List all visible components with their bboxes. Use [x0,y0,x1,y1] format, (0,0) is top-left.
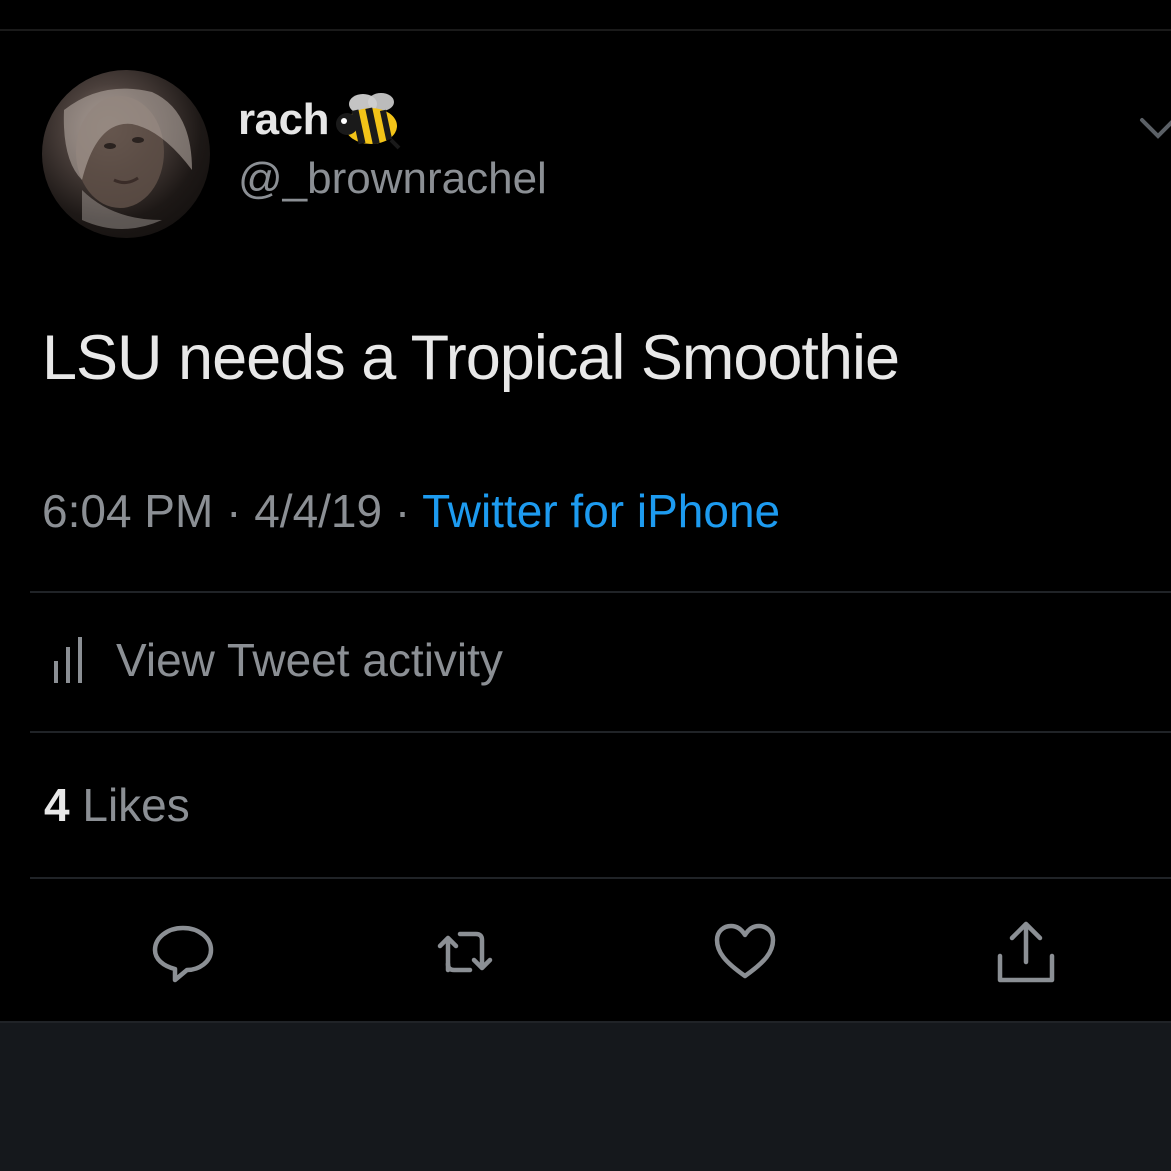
view-tweet-activity-button[interactable]: View Tweet activity [50,630,503,690]
divider [30,731,1171,733]
bottom-panel [0,1021,1171,1171]
author-handle[interactable]: @_brownrachel [238,154,547,204]
divider [30,877,1171,879]
likes-stat[interactable]: 4 Likes [44,778,190,832]
tweet-text: LSU needs a Tropical Smoothie [42,323,900,393]
meta-separator: · [394,485,411,537]
tweet-source-link[interactable]: Twitter for iPhone [422,485,780,537]
tweet-meta: 6:04 PM · 4/4/19 · Twitter for iPhone [42,484,780,538]
reply-bubble-icon [152,925,214,983]
view-tweet-activity-label: View Tweet activity [116,634,503,686]
avatar-photo [63,88,193,229]
tweet-time: 6:04 PM [42,485,214,537]
divider [30,591,1171,593]
author-display-name[interactable]: rach [238,95,329,145]
reply-button[interactable] [143,912,223,992]
author-avatar[interactable] [42,70,210,238]
analytics-bars-icon [54,637,82,683]
tweet-action-bar [0,912,1171,992]
share-button[interactable] [986,912,1066,992]
likes-label: Likes [82,779,190,831]
tweet-detail-screen: rach @_brownrachel LSU needs a Tropical … [0,0,1171,1171]
like-button[interactable] [705,912,785,992]
heart-icon [714,923,776,979]
likes-count: 4 [44,779,70,831]
author-name-row[interactable]: rach [238,88,401,152]
retweet-icon [437,931,493,973]
retweet-button[interactable] [424,912,504,992]
tweet-date: 4/4/19 [254,485,383,537]
top-divider [0,29,1171,31]
bee-icon [335,93,401,150]
share-upload-icon [997,921,1055,983]
meta-separator: · [226,485,242,537]
chevron-down-icon[interactable] [1138,112,1171,148]
